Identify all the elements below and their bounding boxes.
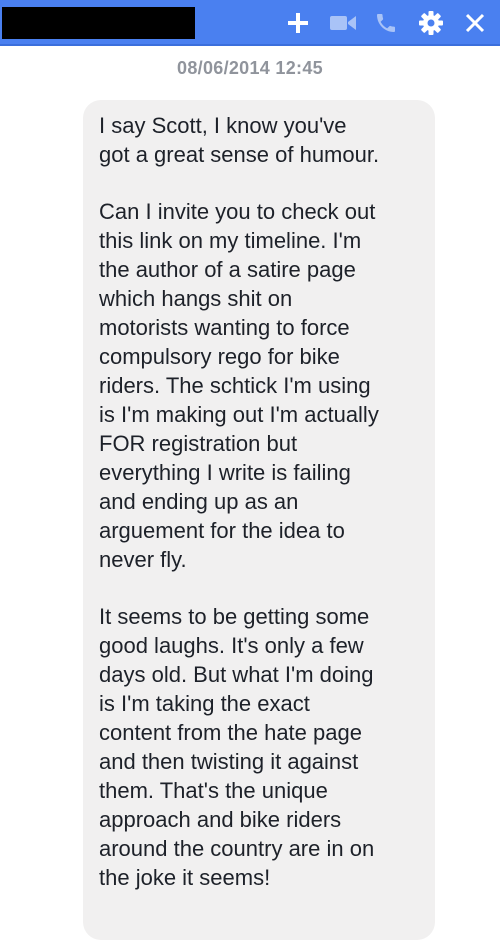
- add-icon[interactable]: [283, 8, 313, 38]
- chat-title-bar: [0, 0, 500, 46]
- close-icon[interactable]: [460, 8, 490, 38]
- settings-icon[interactable]: [416, 8, 446, 38]
- message-bubble: I say Scott, I know you've got a great s…: [83, 100, 435, 940]
- message-paragraph: It seems to be getting some good laughs.…: [99, 604, 375, 890]
- message-paragraph: I say Scott, I know you've got a great s…: [99, 113, 380, 167]
- message-timestamp: 08/06/2014 12:45: [177, 58, 323, 78]
- phone-call-icon[interactable]: [371, 8, 401, 38]
- video-call-icon[interactable]: [328, 8, 358, 38]
- message-paragraph: Can I invite you to check out this link …: [99, 199, 379, 572]
- redacted-contact-name: [2, 7, 195, 39]
